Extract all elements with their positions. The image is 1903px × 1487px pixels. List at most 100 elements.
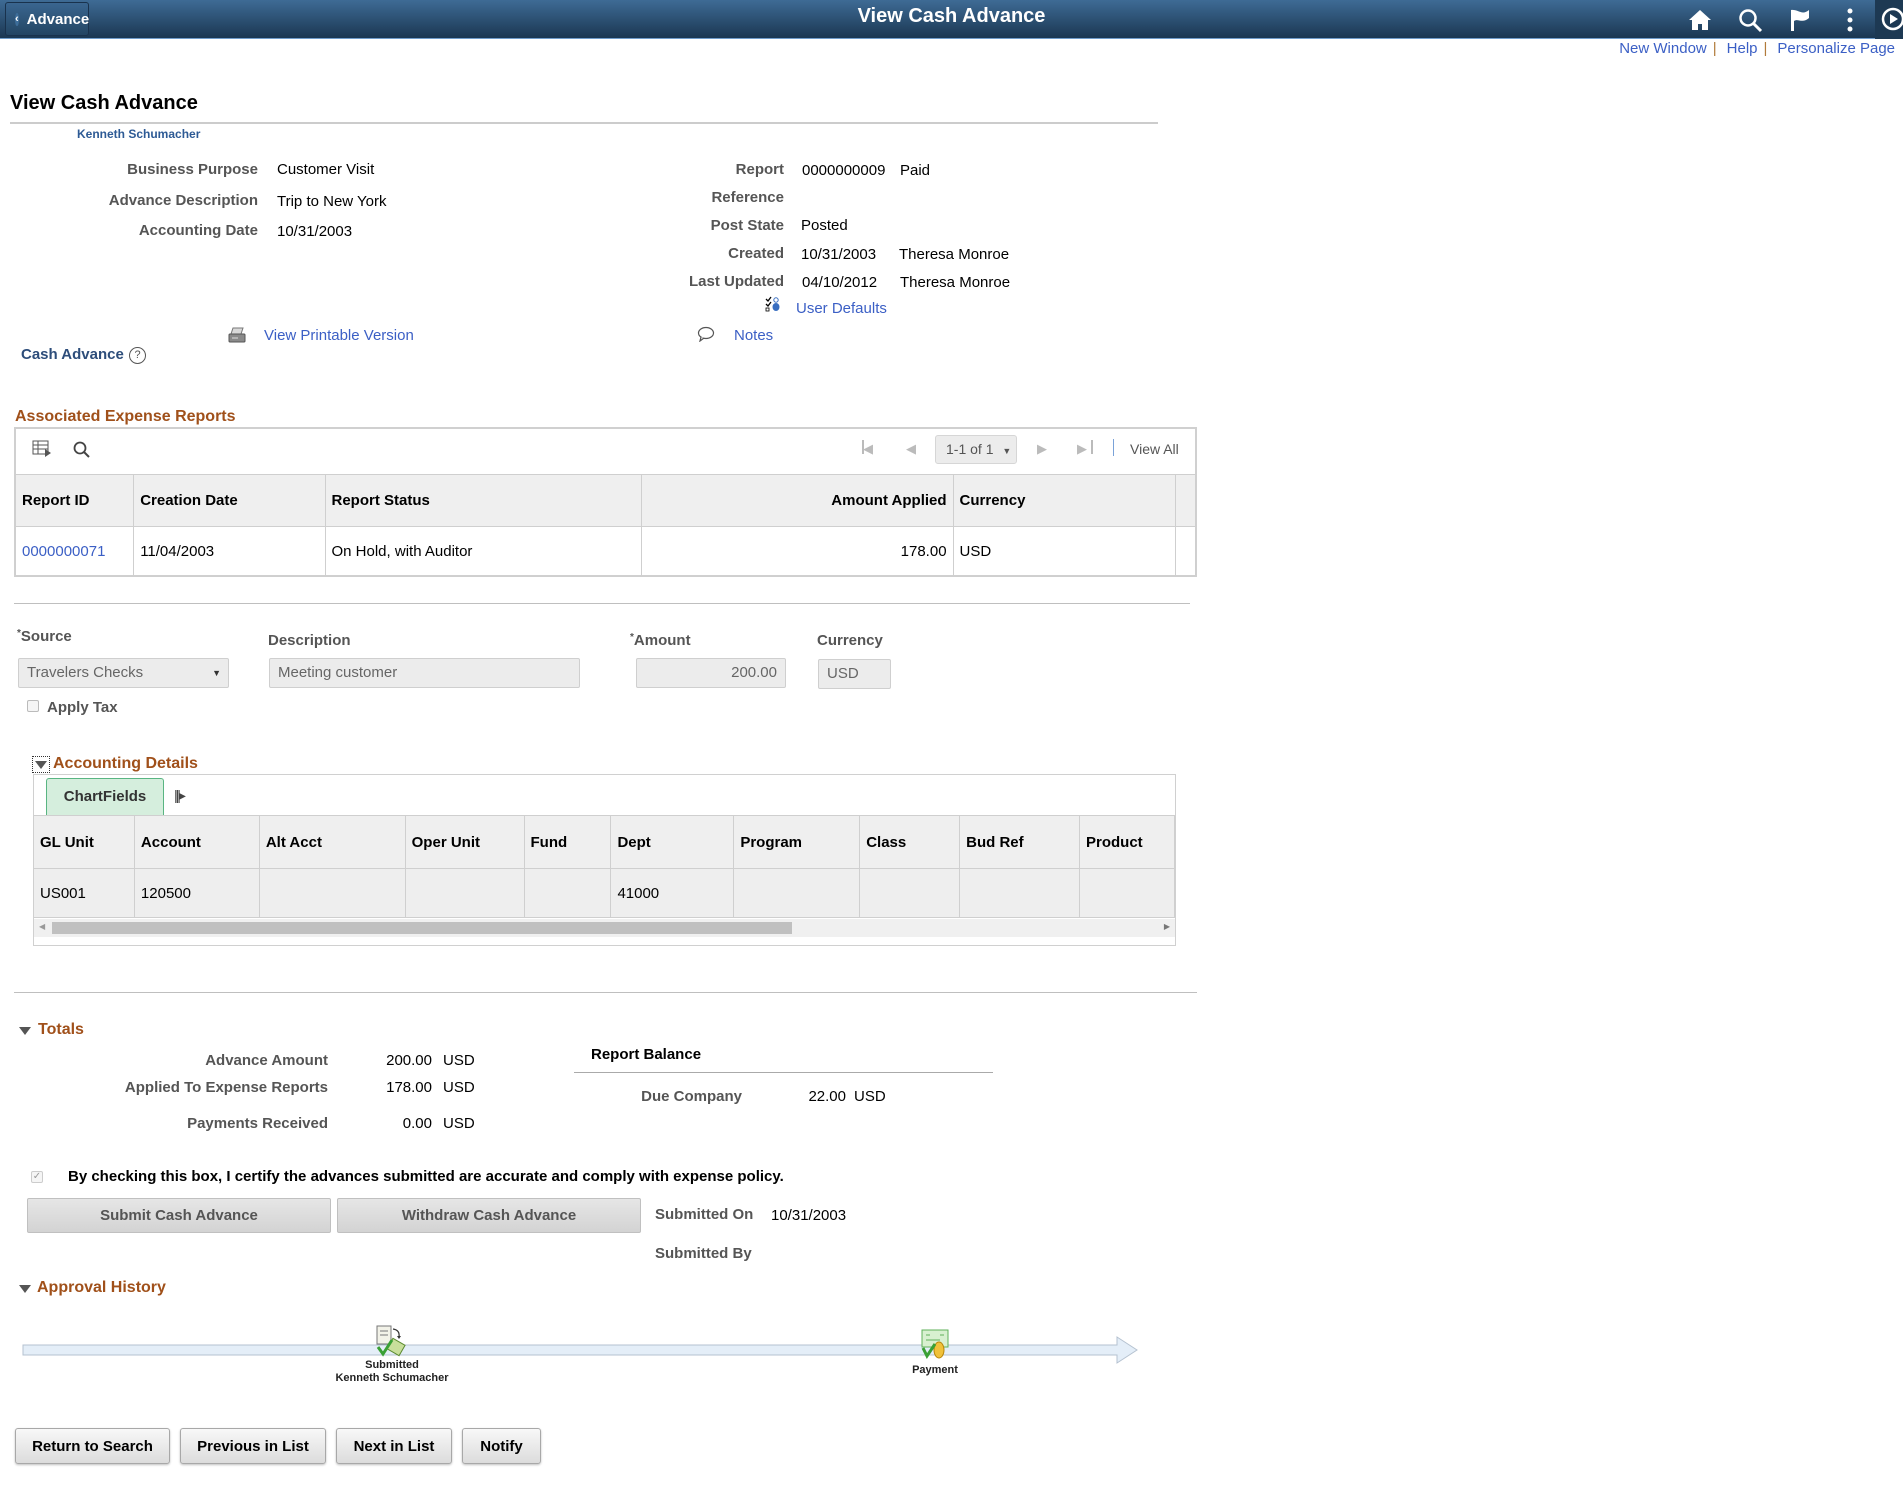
advance-description-value: Trip to New York [277, 193, 387, 210]
header-links: New Window | Help | Personalize Page [1619, 40, 1895, 57]
withdraw-cash-advance-button[interactable]: Withdraw Cash Advance [337, 1198, 641, 1233]
view-all-link[interactable]: View All [1130, 441, 1179, 457]
col-report-status[interactable]: Report Status [324, 474, 643, 527]
submit-cash-advance-button[interactable]: Submit Cash Advance [27, 1198, 331, 1233]
previous-page-icon[interactable]: ◀︎ [906, 441, 916, 457]
col-fund[interactable]: Fund [523, 815, 612, 869]
totals-collapse-icon[interactable] [19, 1027, 31, 1035]
report-status: Paid [900, 162, 931, 179]
view-printable-version-link[interactable]: View Printable Version [264, 327, 414, 344]
notify-button[interactable]: Notify [462, 1428, 541, 1464]
first-page-icon[interactable]: ◀︎ [863, 441, 873, 457]
col-account[interactable]: Account [133, 815, 260, 869]
next-in-list-button[interactable]: Next in List [336, 1428, 452, 1464]
accounting-date-value: 10/31/2003 [277, 223, 353, 240]
navbar-button[interactable] [1875, 0, 1903, 39]
scroll-right-icon[interactable]: ▶ [1164, 922, 1170, 931]
accounting-date-label: Accounting Date [138, 222, 258, 239]
cell-class [859, 868, 961, 918]
due-company-label: Due Company [641, 1088, 742, 1105]
col-dept[interactable]: Dept [610, 815, 735, 869]
apply-tax-checkbox[interactable] [27, 700, 39, 712]
report-id-link[interactable]: 0000000071 [14, 526, 135, 577]
col-oper-unit[interactable]: Oper Unit [404, 815, 525, 869]
cell-program [733, 868, 861, 918]
last-page-icon[interactable]: ▶︎ [1077, 441, 1087, 457]
help-icon[interactable]: ? [129, 347, 146, 364]
amount-field[interactable]: 200.00 [636, 658, 786, 688]
submitted-icon[interactable] [375, 1325, 409, 1357]
description-field[interactable]: Meeting customer [269, 658, 580, 688]
last-updated-date: 04/10/2012 [802, 274, 878, 291]
show-all-columns-icon[interactable]: |||▸ [174, 787, 186, 804]
chartfields-table: GL Unit Account Alt Acct Oper Unit Fund Dept P… [33, 815, 1176, 918]
find-icon[interactable] [72, 440, 92, 460]
payments-received-value: 0.00 [402, 1115, 432, 1132]
advance-amount-value: 200.00 [386, 1052, 432, 1069]
scroll-left-icon[interactable]: ◀ [39, 922, 45, 931]
table-row: US001 120500 41000 [33, 868, 1176, 918]
source-dropdown[interactable]: Travelers Checks ▼ [18, 658, 229, 688]
col-class[interactable]: Class [859, 815, 961, 869]
user-defaults-link[interactable]: User Defaults [796, 300, 887, 317]
col-alt-acct[interactable]: Alt Acct [258, 815, 406, 869]
help-link[interactable]: Help [1727, 40, 1758, 57]
col-gl-unit[interactable]: GL Unit [33, 815, 135, 869]
previous-in-list-button[interactable]: Previous in List [180, 1428, 326, 1464]
last-updated-label: Last Updated [688, 273, 784, 290]
return-to-search-button[interactable]: Return to Search [15, 1428, 170, 1464]
totals-title: Totals [38, 1021, 84, 1038]
created-date: 10/31/2003 [801, 246, 877, 263]
payment-icon[interactable] [918, 1328, 952, 1360]
post-state-label: Post State [710, 217, 784, 234]
approval-step-submitted: Submitted Kenneth Schumacher [320, 1359, 464, 1385]
search-icon[interactable] [1736, 6, 1764, 34]
applied-to-reports-value: 178.00 [386, 1079, 432, 1096]
section-divider [14, 992, 1197, 993]
section-divider [14, 603, 1190, 604]
next-page-icon[interactable]: ▶︎ [1037, 441, 1047, 457]
applied-to-reports-currency: USD [443, 1079, 475, 1096]
more-icon[interactable] [1836, 6, 1864, 34]
col-product[interactable]: Product [1078, 815, 1176, 869]
approval-step-payment: Payment [912, 1364, 958, 1376]
expense-reports-title: Associated Expense Reports [15, 408, 236, 425]
balance-divider [574, 1072, 993, 1073]
col-report-id[interactable]: Report ID [14, 474, 135, 527]
scrollbar-thumb[interactable] [52, 922, 792, 934]
title-divider [10, 122, 1158, 124]
cell-oper-unit [404, 868, 525, 918]
accounting-details-title: Accounting Details [53, 755, 198, 772]
accounting-collapse-toggle[interactable] [32, 756, 50, 773]
personalize-grid-icon[interactable] [32, 440, 52, 458]
col-program[interactable]: Program [733, 815, 861, 869]
flag-icon[interactable] [1786, 6, 1814, 34]
cell-account: 120500 [133, 868, 260, 918]
currency-field[interactable]: USD [818, 659, 891, 689]
step-actor: Kenneth Schumacher [335, 1372, 449, 1384]
reference-label: Reference [711, 189, 784, 206]
col-creation-date[interactable]: Creation Date [133, 474, 326, 527]
employee-name: Kenneth Schumacher [77, 127, 201, 141]
col-currency[interactable]: Currency [952, 474, 1176, 527]
col-amount-applied[interactable]: Amount Applied [641, 474, 954, 527]
tab-chartfields[interactable]: ChartFields [46, 778, 164, 815]
cell-product [1078, 868, 1176, 918]
col-bud-ref[interactable]: Bud Ref [959, 815, 1080, 869]
view-all-separator [1113, 439, 1114, 456]
horizontal-scrollbar[interactable]: ◀ ▶ [34, 919, 1175, 937]
page-selector[interactable]: 1-1 of 1 ▼ [935, 435, 1017, 464]
personalize-page-link[interactable]: Personalize Page [1777, 40, 1895, 57]
post-state-value: Posted [801, 217, 848, 234]
report-number: 0000000009 [802, 162, 886, 179]
advance-amount-label: Advance Amount [205, 1052, 328, 1069]
approval-timeline-arrow [22, 1336, 1138, 1364]
approval-history-title: Approval History [37, 1279, 166, 1296]
certify-checkbox[interactable]: ✓ [31, 1171, 43, 1183]
approval-collapse-icon[interactable] [19, 1285, 31, 1293]
notes-link[interactable]: Notes [734, 327, 773, 344]
home-icon[interactable] [1686, 6, 1714, 34]
new-window-link[interactable]: New Window [1619, 40, 1707, 57]
submitted-on-label: Submitted On [655, 1206, 754, 1223]
description-label: Description [268, 632, 351, 649]
